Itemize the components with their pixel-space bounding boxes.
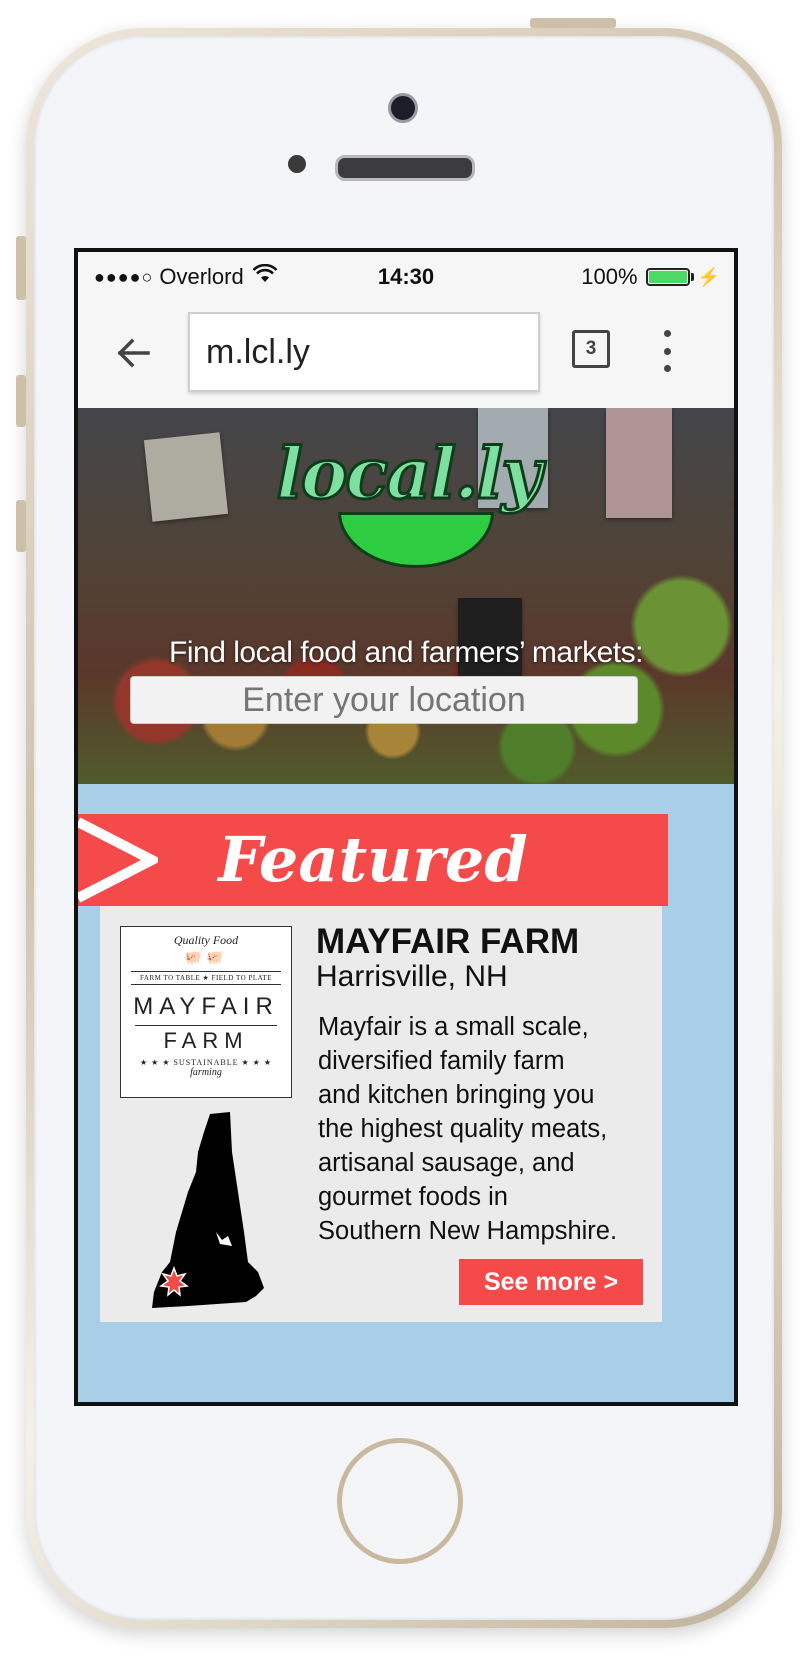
browser-toolbar: m.lcl.ly 3 [78,302,734,408]
bolt-icon: ⚡ [697,266,720,287]
battery-icon [645,268,690,286]
mute-switch [16,236,26,300]
farm-logo-name: MAYFAIR [133,993,279,1020]
status-bar: ●●●●○ Overlord 14:30 100% ⚡ [78,252,734,302]
more-vertical-icon[interactable] [652,326,682,376]
volume-up-button [16,375,26,427]
location-input[interactable] [130,676,638,724]
menu-dot [663,330,671,337]
phone-screen: ●●●●○ Overlord 14:30 100% ⚡ m.lcl.ly 3 l… [74,248,738,1406]
farm-logo: Quality Food 🐖🐖 FARM TO TABLE ★ FIELD TO… [120,926,292,1098]
power-button [530,18,616,28]
front-camera [388,93,418,123]
farm-description: Mayfair is a small scale, diversified fa… [318,1013,618,1245]
farm-name: MAYFAIR FARM [316,922,580,961]
earpiece-speaker [335,155,475,181]
logo-text: local.ly [275,431,544,517]
pig-icon: 🐖🐖 [184,951,228,966]
locally-logo[interactable]: local.ly [268,431,548,568]
featured-section: Featured Quality Food 🐖🐖 FARM TO TABLE ★… [78,784,734,1402]
battery-percent: 100% [581,264,638,289]
battery-indicator: 100% ⚡ [581,252,720,302]
home-button[interactable] [337,1438,463,1564]
arrow-left-icon [117,338,150,368]
proximity-sensor [288,155,306,173]
leaf-icon [338,512,494,568]
battery-level-fill [648,271,687,283]
featured-farm-card: Quality Food 🐖🐖 FARM TO TABLE ★ FIELD TO… [100,906,662,1322]
volume-down-button [16,500,26,552]
url-bar[interactable]: m.lcl.ly [188,312,540,392]
farm-logo-bottom: farming [190,1067,222,1078]
farm-logo-top: Quality Food [173,933,239,947]
back-button[interactable] [108,328,158,378]
menu-dot [663,365,671,372]
farm-logo-name: FARM [135,1025,277,1054]
hero-banner: local.ly Find local food and farmers’ ma… [78,408,734,784]
battery-tip [690,273,694,281]
tabs-button[interactable]: 3 [572,330,610,368]
farm-logo-bottom: ★ ★ ★ SUSTAINABLE ★ ★ ★ [139,1058,273,1067]
menu-dot [663,347,671,355]
hero-tagline: Find local food and farmers’ markets: [169,636,643,669]
farm-location: Harrisville, NH [316,960,508,993]
new-hampshire-map-icon [152,1112,264,1308]
featured-title: Featured [218,823,528,896]
featured-banner: Featured [78,814,668,906]
see-more-button[interactable]: See more > [459,1259,643,1305]
farm-logo-tag: FARM TO TABLE ★ FIELD TO PLATE [131,971,281,985]
